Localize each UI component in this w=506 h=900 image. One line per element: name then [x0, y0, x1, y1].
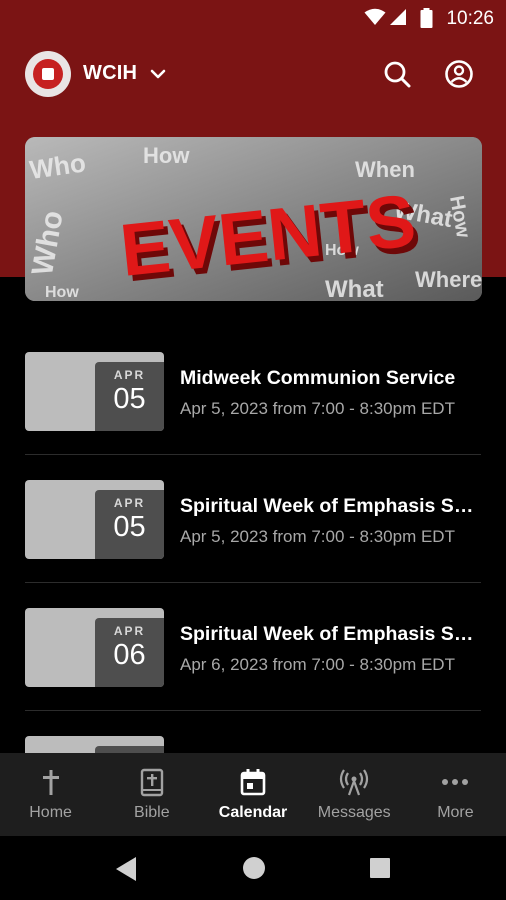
app-name[interactable]: WCIH	[83, 62, 137, 85]
date-badge: APR 06	[95, 618, 164, 687]
banner-word: What	[325, 276, 384, 301]
nav-messages[interactable]: Messages	[304, 753, 405, 836]
nav-label: Bible	[134, 804, 170, 821]
event-time: Apr 6, 2023 from 7:00 - 8:30pm EDT	[180, 655, 455, 674]
system-navigation-bar	[0, 836, 506, 900]
event-thumbnail: APR 05	[25, 352, 164, 431]
nav-bible[interactable]: Bible	[101, 753, 202, 836]
back-icon[interactable]	[114, 856, 138, 887]
calendar-icon	[238, 767, 268, 797]
nav-more[interactable]: More	[405, 753, 506, 836]
event-month: APR	[113, 496, 146, 510]
nav-label: Calendar	[218, 804, 288, 821]
banner-word: Where	[415, 267, 482, 292]
nav-calendar[interactable]: Calendar	[202, 753, 303, 836]
event-time: Apr 5, 2023 from 7:00 - 8:30pm EDT	[180, 399, 455, 418]
nav-home[interactable]: Home	[0, 753, 101, 836]
app-header: WCIH	[0, 48, 506, 100]
event-month: APR	[113, 368, 146, 382]
event-day: 05	[113, 383, 146, 415]
more-dots-icon	[440, 767, 470, 797]
logo-emblem	[33, 59, 63, 89]
nav-label: More	[437, 804, 474, 821]
event-thumbnail: APR 05	[25, 480, 164, 559]
bottom-navigation: Home Bible Calendar Messages More	[0, 753, 506, 836]
home-circle-icon[interactable]	[242, 856, 266, 885]
date-badge: APR 05	[95, 362, 164, 431]
event-title: Spiritual Week of Emphasis Service	[180, 623, 480, 645]
event-day: 06	[113, 639, 146, 671]
event-time: Apr 5, 2023 from 7:00 - 8:30pm EDT	[180, 527, 455, 546]
status-bar: 10:26	[0, 0, 506, 38]
nav-label: Home	[29, 804, 72, 821]
battery-icon	[420, 8, 433, 33]
cross-icon	[36, 767, 66, 797]
banner-word: How	[143, 143, 190, 168]
search-icon[interactable]	[382, 59, 412, 89]
church-logo[interactable]	[25, 51, 71, 97]
wifi-icon	[364, 8, 386, 31]
list-item[interactable]: APR 05 Midweek Communion Service Apr 5, …	[25, 327, 481, 455]
broadcast-icon	[339, 767, 369, 797]
account-circle-icon[interactable]	[444, 59, 474, 89]
clock: 10:26	[446, 8, 494, 29]
chevron-down-icon[interactable]	[148, 64, 168, 89]
recents-square-icon[interactable]	[369, 857, 391, 884]
event-title: Midweek Communion Service	[180, 367, 456, 389]
bible-icon	[137, 767, 167, 797]
nav-label: Messages	[317, 804, 391, 821]
event-title: Spiritual Week of Emphasis Service	[180, 495, 480, 517]
event-month: APR	[113, 624, 146, 638]
list-item[interactable]: APR 06 Spiritual Week of Emphasis Servic…	[25, 583, 481, 711]
event-day: 05	[113, 511, 146, 543]
events-banner: Who Who When What Where What How How How…	[25, 137, 482, 301]
signal-icon	[389, 8, 407, 31]
banner-word: How	[45, 284, 79, 301]
list-item[interactable]: APR 05 Spiritual Week of Emphasis Servic…	[25, 455, 481, 583]
event-thumbnail: APR 06	[25, 608, 164, 687]
date-badge: APR 05	[95, 490, 164, 559]
